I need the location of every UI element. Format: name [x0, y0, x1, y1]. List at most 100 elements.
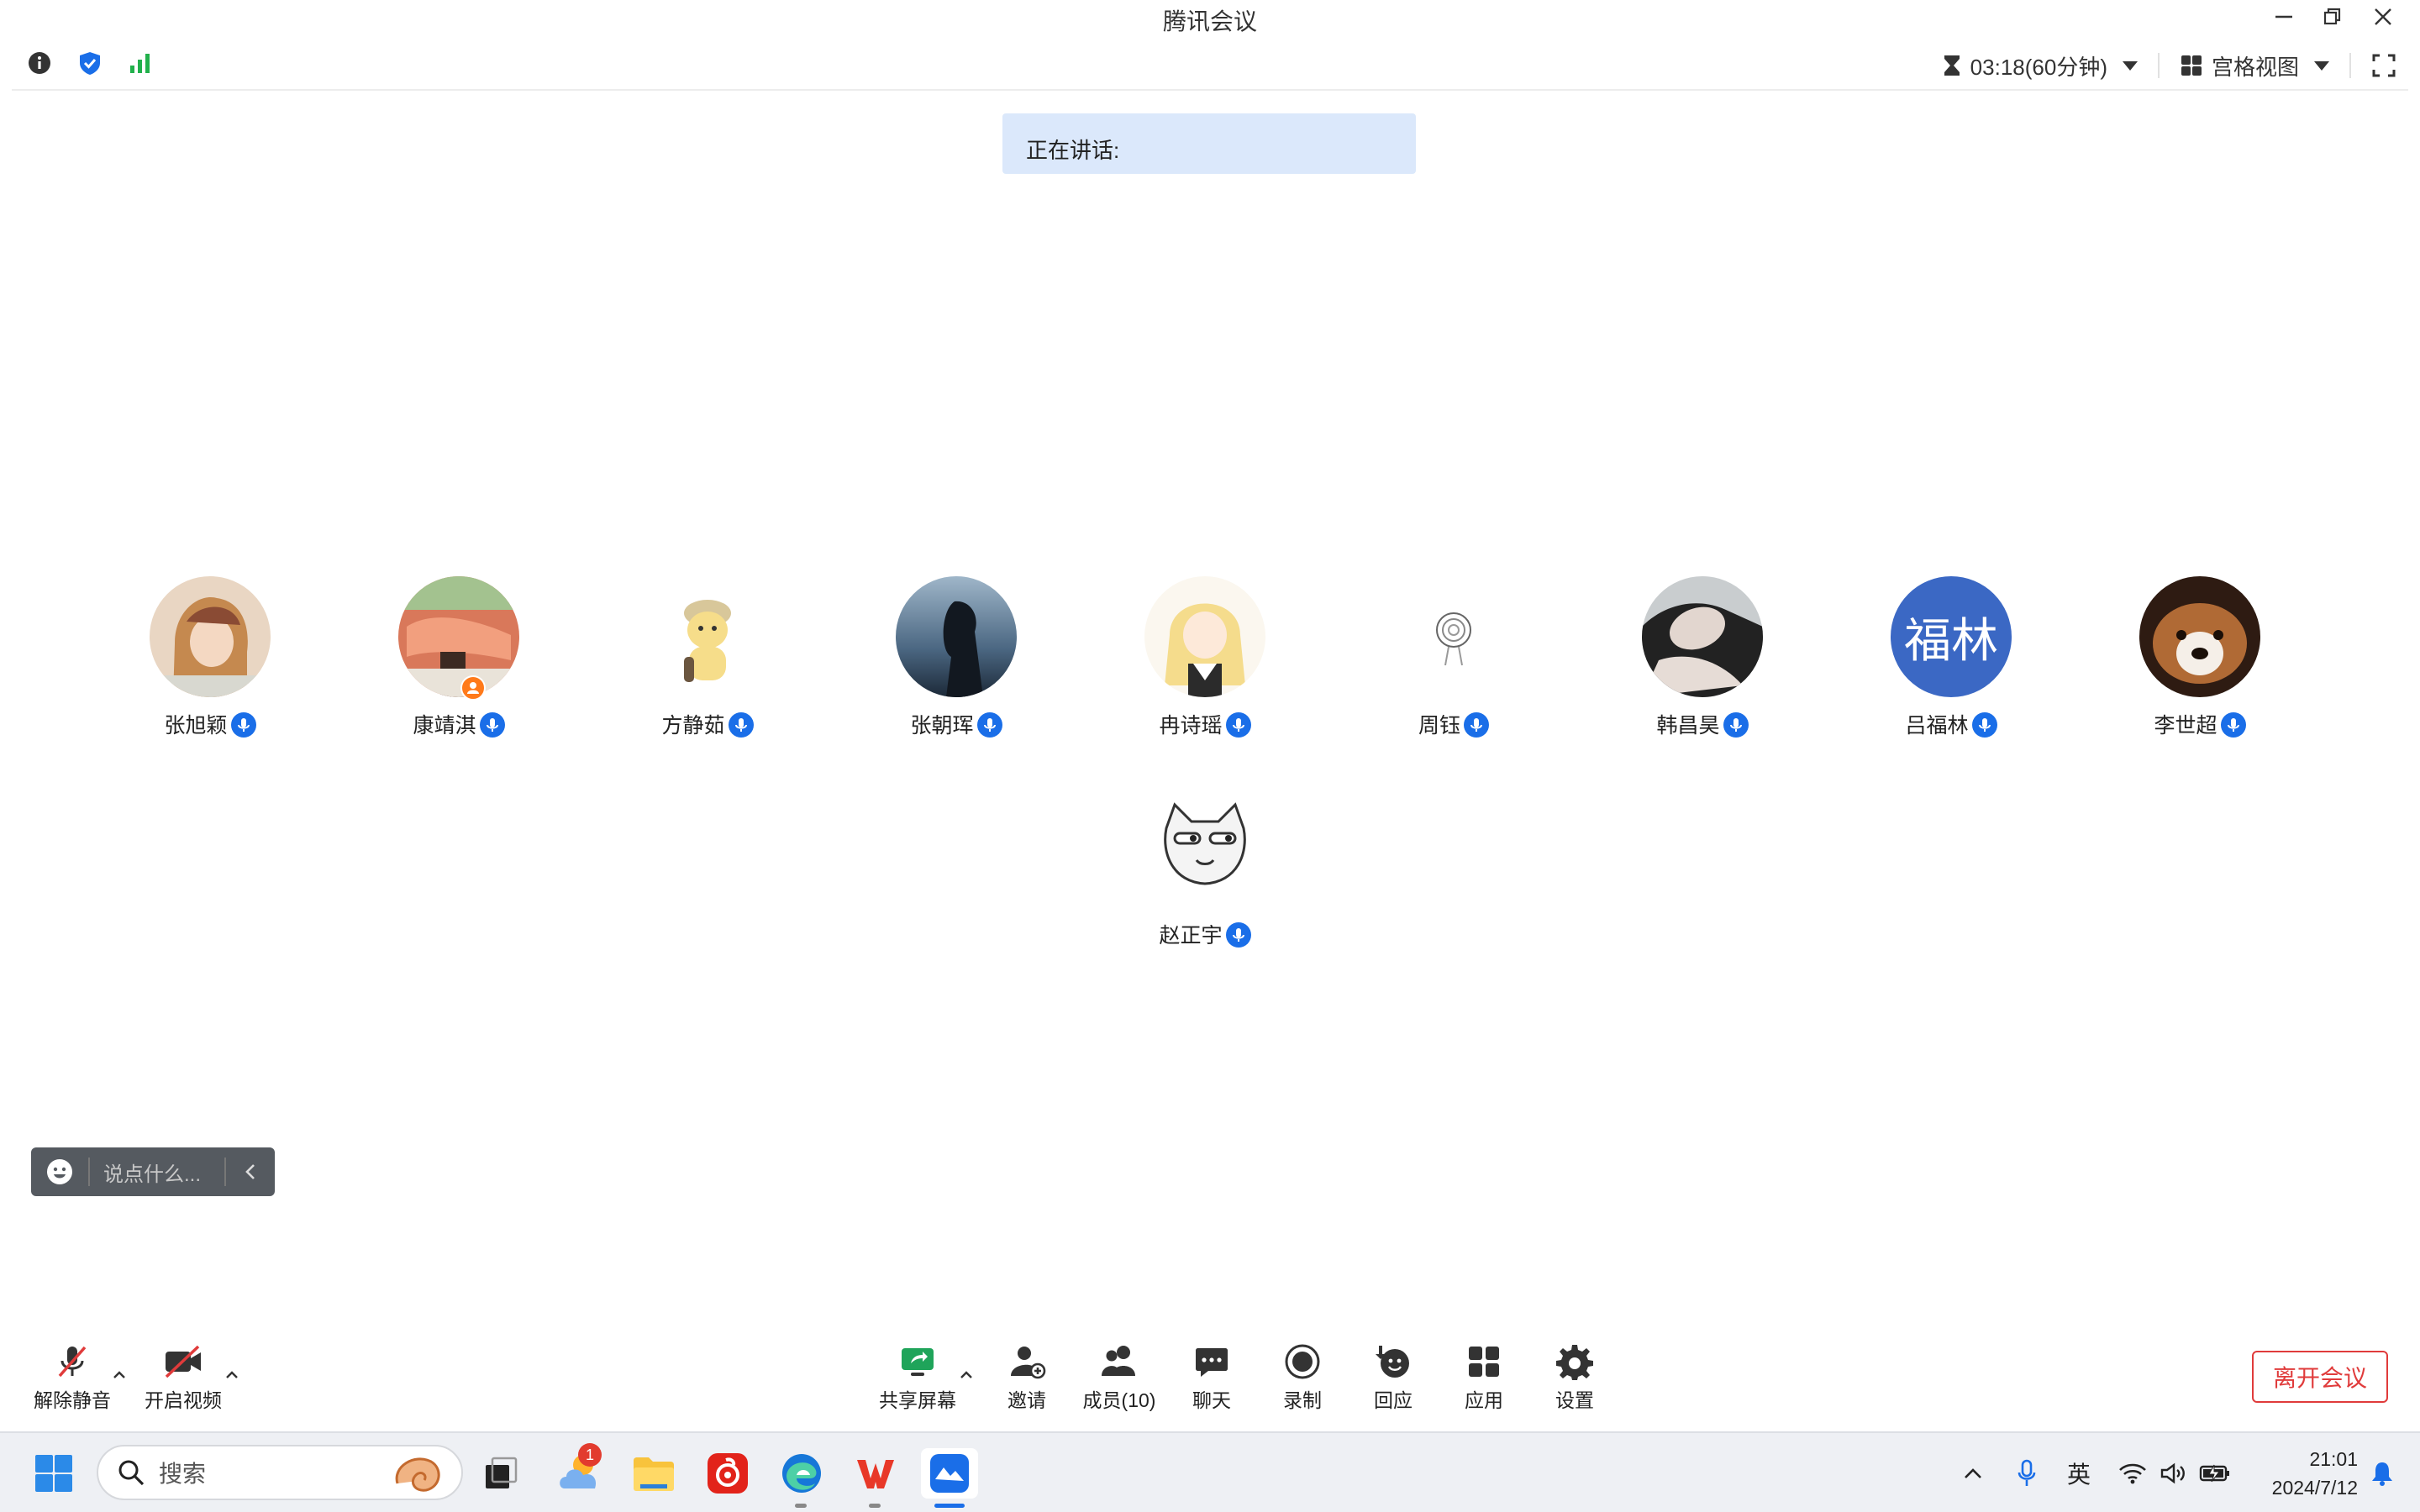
restore-button[interactable]	[2306, 0, 2360, 34]
close-button[interactable]	[2356, 0, 2410, 34]
edge-browser-icon	[782, 1454, 821, 1493]
participant-tile[interactable]: 韩昌昊	[1618, 576, 1786, 744]
task-view-icon	[486, 1457, 518, 1488]
participant-tile[interactable]: 张朝珲	[872, 576, 1040, 744]
participant-name: 康靖淇	[413, 714, 476, 738]
participant-name: 张朝珲	[910, 714, 974, 738]
chat-input[interactable]: 说点什么...	[90, 1158, 224, 1187]
share-options-chevron-up-icon[interactable]	[958, 1366, 975, 1383]
members-label: 成员(10)	[1082, 1389, 1156, 1411]
gear-icon	[1556, 1345, 1593, 1380]
weather-widget[interactable]: 1	[555, 1443, 605, 1499]
quick-chat-bar: 说点什么...	[31, 1147, 275, 1196]
avatar	[150, 576, 271, 697]
file-explorer-app[interactable]	[629, 1448, 679, 1499]
settings-button[interactable]: 设置	[1541, 1339, 1608, 1415]
meeting-timer[interactable]: 03:18(60分钟)	[1922, 50, 2158, 81]
meeting-toolbar: 03:18(60分钟) 宫格视图	[12, 42, 2408, 91]
participant-tile[interactable]: 方静茹	[623, 576, 792, 744]
participant-tile[interactable]: 康靖淇	[375, 576, 543, 744]
emoji-button[interactable]	[31, 1158, 90, 1186]
netease-music-icon	[708, 1453, 748, 1494]
netease-music-app[interactable]	[702, 1448, 753, 1499]
wps-office-app[interactable]	[850, 1448, 901, 1499]
participant-tile[interactable]: 张旭颖	[126, 576, 294, 744]
start-video-button[interactable]: 开启视频	[141, 1339, 225, 1415]
restore-icon	[2323, 8, 2341, 25]
leave-meeting-button[interactable]: 离开会议	[2252, 1351, 2388, 1403]
view-mode-selector[interactable]: 宫格视图	[2160, 50, 2349, 81]
participant-name: 韩昌昊	[1656, 714, 1720, 738]
mic-status-icon	[2220, 712, 2246, 738]
title-bar: 腾讯会议	[0, 0, 2420, 37]
video-options-chevron-up-icon[interactable]	[224, 1366, 240, 1383]
invite-button[interactable]: 邀请	[993, 1339, 1060, 1415]
participant-name: 张旭颖	[164, 714, 228, 738]
mic-status-icon	[1723, 712, 1749, 738]
record-icon	[1285, 1344, 1320, 1379]
chevron-up-icon	[1965, 1468, 1981, 1478]
start-button[interactable]	[29, 1448, 79, 1499]
apps-button[interactable]: 应用	[1450, 1339, 1518, 1415]
speaker-icon	[2160, 1462, 2185, 1484]
battery-tray[interactable]	[2196, 1433, 2233, 1512]
running-indicator	[795, 1504, 807, 1508]
record-button[interactable]: 录制	[1269, 1339, 1336, 1415]
participant-name: 李世超	[2154, 714, 2217, 738]
fullscreen-button[interactable]	[2351, 53, 2408, 78]
bell-icon	[2372, 1462, 2392, 1486]
react-label: 回应	[1374, 1389, 1413, 1411]
smiley-icon	[47, 1159, 72, 1184]
wifi-tray[interactable]	[2116, 1433, 2149, 1512]
mic-status-icon	[1464, 712, 1489, 738]
mic-status-icon	[976, 712, 1002, 738]
participant-tile[interactable]: 赵正宇	[1121, 786, 1289, 954]
unmute-button[interactable]: 解除静音	[30, 1339, 114, 1415]
host-badge-icon	[460, 675, 486, 701]
participant-tile[interactable]: 福林 吕福林	[1867, 576, 2035, 744]
edge-browser-app[interactable]	[776, 1448, 827, 1499]
share-screen-button[interactable]: 共享屏幕	[876, 1339, 960, 1415]
mic-status-icon	[1225, 922, 1251, 948]
show-hidden-icons-button[interactable]	[1956, 1433, 1990, 1512]
network-signal-icon[interactable]	[128, 50, 153, 80]
participant-tile[interactable]: 周钰	[1370, 576, 1538, 744]
chevron-down-icon	[2122, 60, 2138, 71]
close-icon	[2375, 8, 2391, 25]
avatar	[1144, 576, 1265, 697]
chat-button[interactable]: 聊天	[1178, 1339, 1245, 1415]
system-clock[interactable]: 21:01 2024/7/12	[2240, 1445, 2358, 1502]
apps-grid-icon	[1469, 1347, 1499, 1377]
mic-status-icon	[1971, 712, 1997, 738]
tencent-meeting-icon	[930, 1454, 969, 1493]
input-method-indicator[interactable]: 英	[2060, 1433, 2097, 1512]
reaction-icon	[1376, 1346, 1409, 1378]
search-icon	[118, 1460, 145, 1486]
avatar	[1144, 786, 1265, 907]
security-shield-icon[interactable]	[77, 50, 103, 80]
avatar	[896, 576, 1017, 697]
info-icon[interactable]	[27, 50, 52, 80]
notification-center-button[interactable]	[2361, 1433, 2403, 1512]
tencent-meeting-app[interactable]	[921, 1448, 978, 1499]
chevron-left-icon	[245, 1164, 255, 1179]
window-title: 腾讯会议	[1162, 8, 1257, 34]
participant-tile[interactable]: 冉诗瑶	[1121, 576, 1289, 744]
collapse-chat-button[interactable]	[224, 1158, 275, 1186]
task-view-button[interactable]	[476, 1448, 526, 1499]
microphone-tray[interactable]	[2010, 1433, 2044, 1512]
unmute-label: 解除静音	[34, 1389, 111, 1411]
participant-tile[interactable]: 李世超	[2116, 576, 2284, 744]
folder-icon	[634, 1457, 674, 1491]
minimize-button[interactable]	[2257, 0, 2311, 34]
avatar: 福林	[1891, 576, 2012, 697]
members-button[interactable]: 成员(10)	[1076, 1339, 1163, 1415]
share-screen-label: 共享屏幕	[879, 1389, 956, 1411]
volume-tray[interactable]	[2156, 1433, 2190, 1512]
invite-label: 邀请	[1007, 1389, 1046, 1411]
taskbar-search[interactable]: 搜索	[97, 1445, 463, 1500]
participant-name: 方静茹	[661, 714, 725, 738]
mic-status-icon	[230, 712, 256, 738]
react-button[interactable]: 回应	[1360, 1339, 1427, 1415]
audio-options-chevron-up-icon[interactable]	[111, 1366, 128, 1383]
